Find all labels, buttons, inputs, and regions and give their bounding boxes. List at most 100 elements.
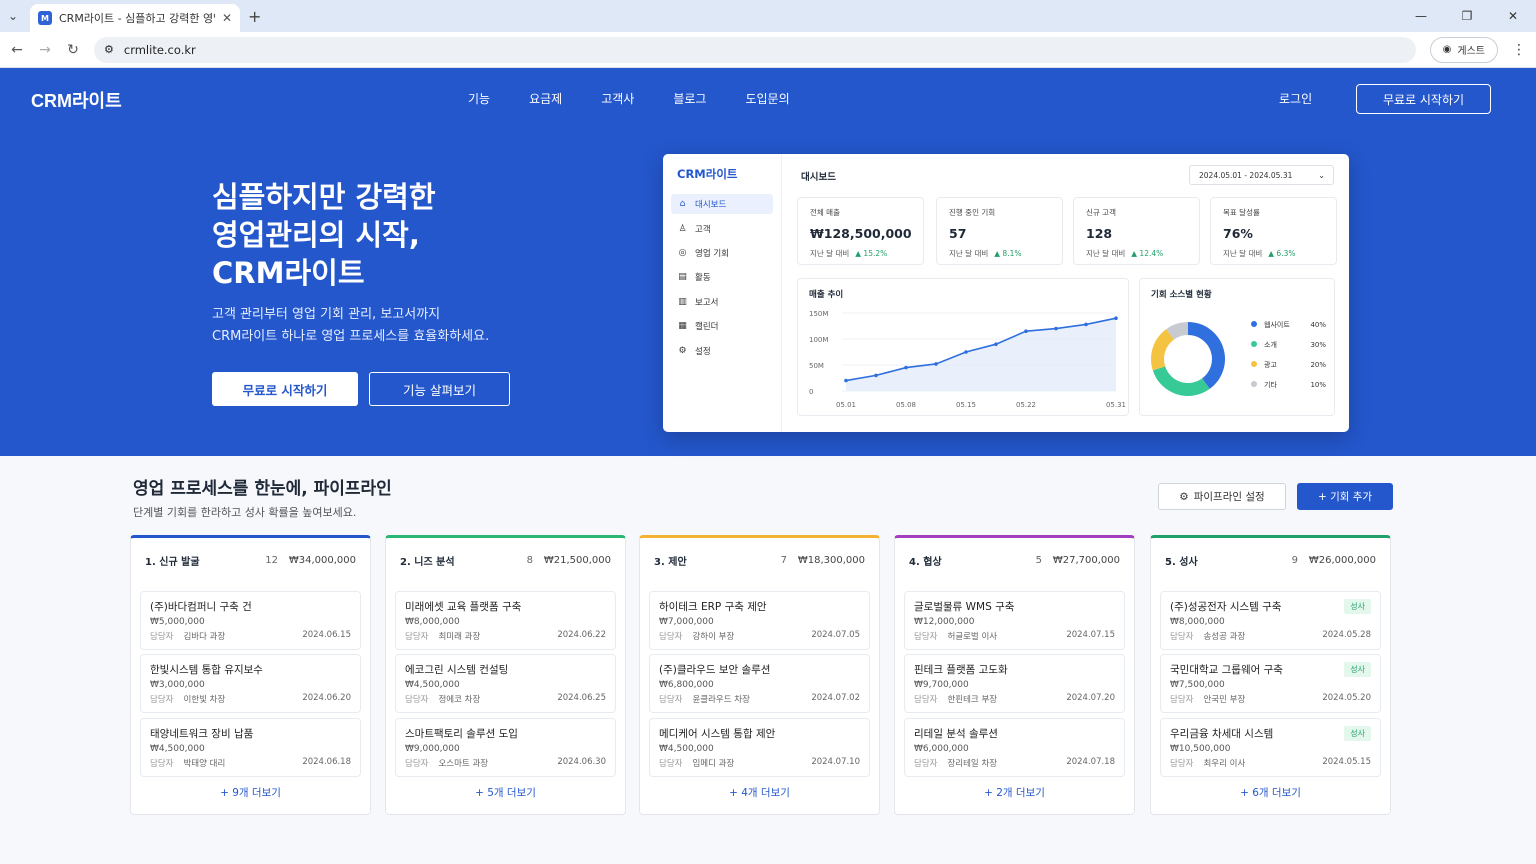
data-point — [934, 362, 938, 366]
user-icon: ♙ — [678, 224, 687, 234]
top-nav: CRM라이트 기능 요금제 고객사 블로그 도입문의 로그인 무료로 시작하기 — [0, 68, 1536, 130]
x-tick-label: 05.08 — [896, 401, 916, 409]
dash-menu-settings[interactable]: ⚙ 설정 — [671, 341, 773, 361]
card-meta: 담당자 윤클라우드 차장 2024.07.02 — [659, 693, 860, 705]
favicon-icon: M — [38, 11, 52, 25]
list-icon: ▤ — [678, 272, 687, 282]
column-amount: ₩18,300,000 — [797, 554, 865, 566]
card-title: 글로벌물류 WMS 구축 — [914, 601, 1015, 613]
add-opportunity-button[interactable]: + 기회 추가 — [1297, 483, 1393, 510]
card-owner: 윤클라우드 차장 — [692, 695, 750, 705]
opportunity-card[interactable]: 미래에셋 교육 플랫폼 구축 ₩8,000,000 담당자 최미래 과장 2024.06… — [395, 591, 616, 650]
site-logo[interactable]: CRM라이트 — [31, 87, 122, 113]
show-more-link[interactable]: + 5개 더보기 — [386, 785, 625, 800]
dash-menu-reports[interactable]: ▥ 보고서 — [671, 292, 773, 312]
opportunity-card[interactable]: 태양네트워크 장비 납품 ₩4,500,000 담당자 박태양 대리 2024.06.1… — [140, 718, 361, 777]
browser-menu-icon[interactable]: ⋮ — [1512, 42, 1526, 58]
nav-link-blog[interactable]: 블로그 — [673, 90, 706, 107]
minimize-icon[interactable]: — — [1398, 0, 1444, 32]
owner-label: 담당자 — [914, 632, 938, 642]
column-name: 4. 협상 — [909, 556, 942, 568]
source-panel: 기회 소스별 현황 웹사이트 40% 소개 30% 광고 20% 기타 10% — [1139, 278, 1335, 416]
owner-label: 담당자 — [405, 759, 429, 769]
column-header: 3. 제안 7 ₩18,300,000 — [640, 538, 879, 582]
dash-menu-calendar[interactable]: ▦ 캘린더 — [671, 316, 773, 336]
opportunity-card[interactable]: 우리금융 차세대 시스템 ₩10,500,000 담당자 최우리 이사 2024.05.… — [1160, 718, 1381, 777]
kpi-delta-row: 지난 달 대비 ▲ 15.2% — [810, 249, 888, 258]
url-text: crmlite.co.kr — [123, 42, 196, 57]
dash-menu-dashboard[interactable]: ⌂ 대시보드 — [671, 194, 773, 214]
opportunity-card[interactable]: 한빛시스템 통합 유지보수 ₩3,000,000 담당자 이한빛 차장 2024.06.… — [140, 654, 361, 713]
login-link[interactable]: 로그인 — [1279, 90, 1312, 107]
kpi-card: 진행 중인 기회 57 지난 달 대비 ▲ 8.1% — [936, 197, 1063, 265]
dash-menu-opportunities[interactable]: ◎ 영업 기회 — [671, 243, 773, 263]
show-more-link[interactable]: + 2개 더보기 — [895, 785, 1134, 800]
owner-label: 담당자 — [659, 632, 683, 642]
opportunity-card[interactable]: 메디케어 시스템 통합 제안 ₩4,500,000 담당자 임메디 과장 2024.07… — [649, 718, 870, 777]
browser-tab[interactable]: M CRM라이트 - 심플하고 강력한 영업관리 ✕ — [30, 4, 240, 32]
opportunity-card[interactable]: (주)성공전자 시스템 구축 ₩8,000,000 담당자 송성공 과장 2024.05… — [1160, 591, 1381, 650]
pipeline-column: 2. 니즈 분석 8 ₩21,500,000 미래에셋 교육 플랫폼 구축 ₩8,000… — [385, 535, 626, 815]
legend-percent: 20% — [1310, 361, 1326, 369]
nav-link-pricing[interactable]: 요금제 — [529, 90, 562, 107]
card-value: ₩12,000,000 — [914, 617, 975, 627]
opportunity-card[interactable]: (주)클라우드 보안 솔루션 ₩6,800,000 담당자 윤클라우드 차장 2024.… — [649, 654, 870, 713]
window-controls: — ❐ ✕ — [1398, 0, 1536, 32]
legend-percent: 10% — [1310, 381, 1326, 389]
column-name: 3. 제안 — [654, 556, 687, 568]
opportunity-card[interactable]: 글로벌물류 WMS 구축 ₩12,000,000 담당자 허글로벌 이사 2024.07… — [904, 591, 1125, 650]
dashboard-title: 대시보드 — [801, 172, 836, 183]
nav-link-features[interactable]: 기능 — [468, 90, 490, 107]
show-more-link[interactable]: + 6개 더보기 — [1151, 785, 1390, 800]
opportunity-card[interactable]: 하이테크 ERP 구축 제안 ₩7,000,000 담당자 강하이 부장 2024.07… — [649, 591, 870, 650]
legend-label: 웹사이트 — [1264, 320, 1290, 329]
card-meta: 담당자 최미래 과장 2024.06.22 — [405, 630, 606, 642]
show-more-link[interactable]: + 9개 더보기 — [131, 785, 370, 800]
legend-label: 광고 — [1264, 361, 1277, 369]
won-badge: 성사 — [1344, 662, 1371, 677]
area-fill — [846, 318, 1116, 391]
dash-menu-activities[interactable]: ▤ 활동 — [671, 267, 773, 287]
explore-features-button[interactable]: 기능 살펴보기 — [369, 372, 510, 406]
column-header: 5. 성사 9 ₩26,000,000 — [1151, 538, 1390, 582]
opportunity-card[interactable]: 국민대학교 그룹웨어 구축 ₩7,500,000 담당자 안국민 부장 2024.05.… — [1160, 654, 1381, 713]
close-tab-icon[interactable]: ✕ — [222, 11, 232, 25]
nav-start-button[interactable]: 무료로 시작하기 — [1356, 84, 1491, 114]
show-more-link[interactable]: + 4개 더보기 — [640, 785, 879, 800]
column-count: 9 — [1291, 554, 1298, 566]
kpi-delta: ▲ 12.4% — [1131, 249, 1164, 258]
new-tab-icon[interactable]: + — [248, 7, 261, 26]
nav-link-customers[interactable]: 고객사 — [601, 90, 634, 107]
forward-icon[interactable]: → — [38, 42, 52, 58]
donut-slice — [1152, 366, 1210, 396]
kpi-delta: ▲ 8.1% — [994, 249, 1022, 258]
opportunity-card[interactable]: 핀테크 플랫폼 고도화 ₩9,700,000 담당자 한핀테크 부장 2024.07.2… — [904, 654, 1125, 713]
column-header: 4. 협상 5 ₩27,700,000 — [895, 538, 1134, 582]
card-owner: 장리테일 차장 — [947, 759, 998, 769]
kpi-delta: ▲ 6.3% — [1268, 249, 1296, 258]
opportunity-card[interactable]: (주)바다컴퍼니 구축 건 ₩5,000,000 담당자 김바다 과장 2024.06.… — [140, 591, 361, 650]
restore-icon[interactable]: ❐ — [1444, 0, 1490, 32]
url-bar[interactable]: ⚙ crmlite.co.kr — [94, 36, 1416, 63]
kpi-card: 목표 달성률 76% 지난 달 대비 ▲ 6.3% — [1210, 197, 1337, 265]
dash-menu-customers[interactable]: ♙ 고객 — [671, 219, 773, 239]
pipeline-settings-button[interactable]: ⚙ 파이프라인 설정 — [1158, 483, 1286, 510]
data-point — [1114, 316, 1118, 320]
opportunity-card[interactable]: 에코그린 시스템 컨설팅 ₩4,500,000 담당자 정에코 차장 2024.06.2… — [395, 654, 616, 713]
card-value: ₩8,000,000 — [405, 617, 460, 627]
card-meta: 담당자 송성공 과장 2024.05.28 — [1170, 630, 1371, 642]
back-icon[interactable]: ← — [10, 42, 24, 58]
card-title: 핀테크 플랫폼 고도화 — [914, 664, 1008, 676]
close-window-icon[interactable]: ✕ — [1490, 0, 1536, 32]
opportunity-card[interactable]: 리테일 분석 솔루션 ₩6,000,000 담당자 장리테일 차장 2024.07.18 — [904, 718, 1125, 777]
start-free-button[interactable]: 무료로 시작하기 — [212, 372, 358, 406]
date-range-select[interactable]: 2024.05.01 - 2024.05.31 ⌄ — [1189, 165, 1334, 185]
site-info-icon[interactable]: ⚙ — [104, 43, 114, 56]
opportunity-card[interactable]: 스마트팩토리 솔루션 도입 ₩9,000,000 담당자 오스마트 과장 2024.06… — [395, 718, 616, 777]
reload-icon[interactable]: ↻ — [66, 42, 80, 58]
nav-link-contact[interactable]: 도입문의 — [745, 90, 789, 107]
card-meta: 담당자 정에코 차장 2024.06.25 — [405, 693, 606, 705]
tab-search-icon[interactable]: ⌄ — [0, 3, 26, 29]
data-point — [1084, 322, 1088, 327]
profile-button[interactable]: ◉ 게스트 — [1429, 36, 1498, 63]
